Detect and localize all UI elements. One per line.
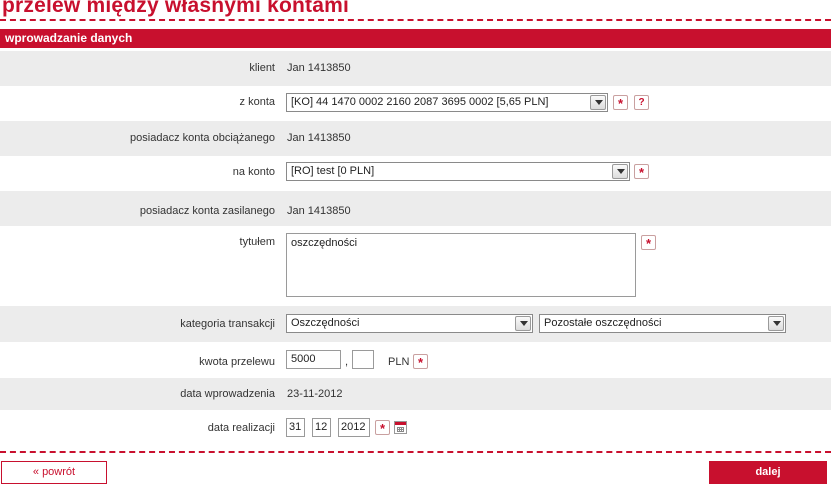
chevron-down-icon[interactable] — [590, 95, 606, 110]
category-sub-selected: Pozostałe oszczędności — [544, 317, 662, 329]
execution-month-input[interactable]: 12 — [312, 418, 331, 437]
to-account-label: na konto — [232, 166, 275, 178]
calendar-icon[interactable] — [394, 421, 407, 434]
title-divider — [0, 19, 831, 21]
credited-owner-label: posiadacz konta zasilanego — [139, 205, 275, 217]
currency-label: PLN — [388, 356, 410, 368]
help-icon[interactable]: ? — [634, 95, 649, 110]
row-category: kategoria transakcji Oszczędności Pozost… — [0, 306, 831, 342]
execution-day-input[interactable]: 31 — [286, 418, 305, 437]
from-account-label: z konta — [239, 96, 275, 108]
title-textarea[interactable]: oszczędności — [286, 233, 636, 297]
chevron-down-icon[interactable] — [612, 164, 628, 179]
row-entry-date: data wprowadzenia 23-11-2012 — [0, 378, 831, 410]
client-label: klient — [249, 62, 275, 74]
row-credited-owner: posiadacz konta zasilanego Jan 1413850 — [0, 191, 831, 226]
to-account-select[interactable]: [RO] test [0 PLN] — [286, 162, 630, 181]
required-icon: * — [641, 235, 656, 251]
amount-label: kwota przelewu — [199, 356, 275, 368]
row-to-account: na konto [RO] test [0 PLN] * — [0, 156, 831, 191]
amount-whole-input[interactable]: 5000 — [286, 350, 341, 369]
amount-fraction-input[interactable] — [352, 350, 374, 369]
footer-divider — [0, 451, 831, 453]
row-execution-date: data realizacji 31 12 2012 * — [0, 410, 831, 444]
back-button[interactable]: « powrót — [1, 461, 107, 484]
required-icon: * — [413, 354, 428, 370]
from-account-select[interactable]: [KO] 44 1470 0002 2160 2087 3695 0002 [5… — [286, 93, 608, 112]
category-label: kategoria transakcji — [180, 318, 275, 330]
category-sub-select[interactable]: Pozostałe oszczędności — [539, 314, 786, 333]
section-header: wprowadzanie danych — [0, 29, 831, 48]
category-main-selected: Oszczędności — [291, 317, 360, 329]
entry-date-label: data wprowadzenia — [180, 388, 275, 400]
amount-separator: , — [345, 356, 349, 368]
row-title: tytułem oszczędności * — [0, 226, 831, 306]
next-button[interactable]: dalej — [709, 461, 827, 484]
required-icon: * — [613, 95, 628, 111]
row-amount: kwota przelewu 5000 , PLN * — [0, 342, 831, 378]
row-from-account: z konta [KO] 44 1470 0002 2160 2087 3695… — [0, 86, 831, 121]
credited-owner-value: Jan 1413850 — [287, 205, 351, 217]
row-client: klient Jan 1413850 — [0, 51, 831, 86]
row-debited-owner: posiadacz konta obciążanego Jan 1413850 — [0, 121, 831, 156]
from-account-selected: [KO] 44 1470 0002 2160 2087 3695 0002 [5… — [291, 96, 549, 108]
execution-year-input[interactable]: 2012 — [338, 418, 370, 437]
required-icon: * — [634, 164, 649, 180]
title-label: tytułem — [239, 236, 275, 248]
page-title: przelew między własnymi kontami — [2, 0, 349, 17]
category-main-select[interactable]: Oszczędności — [286, 314, 533, 333]
debited-owner-label: posiadacz konta obciążanego — [130, 132, 275, 144]
to-account-selected: [RO] test [0 PLN] — [291, 165, 375, 177]
required-icon: * — [375, 420, 390, 436]
chevron-down-icon[interactable] — [515, 316, 531, 331]
chevron-down-icon[interactable] — [768, 316, 784, 331]
execution-date-label: data realizacji — [207, 422, 275, 434]
debited-owner-value: Jan 1413850 — [287, 132, 351, 144]
entry-date-value: 23-11-2012 — [287, 388, 343, 400]
client-value: Jan 1413850 — [287, 62, 351, 74]
